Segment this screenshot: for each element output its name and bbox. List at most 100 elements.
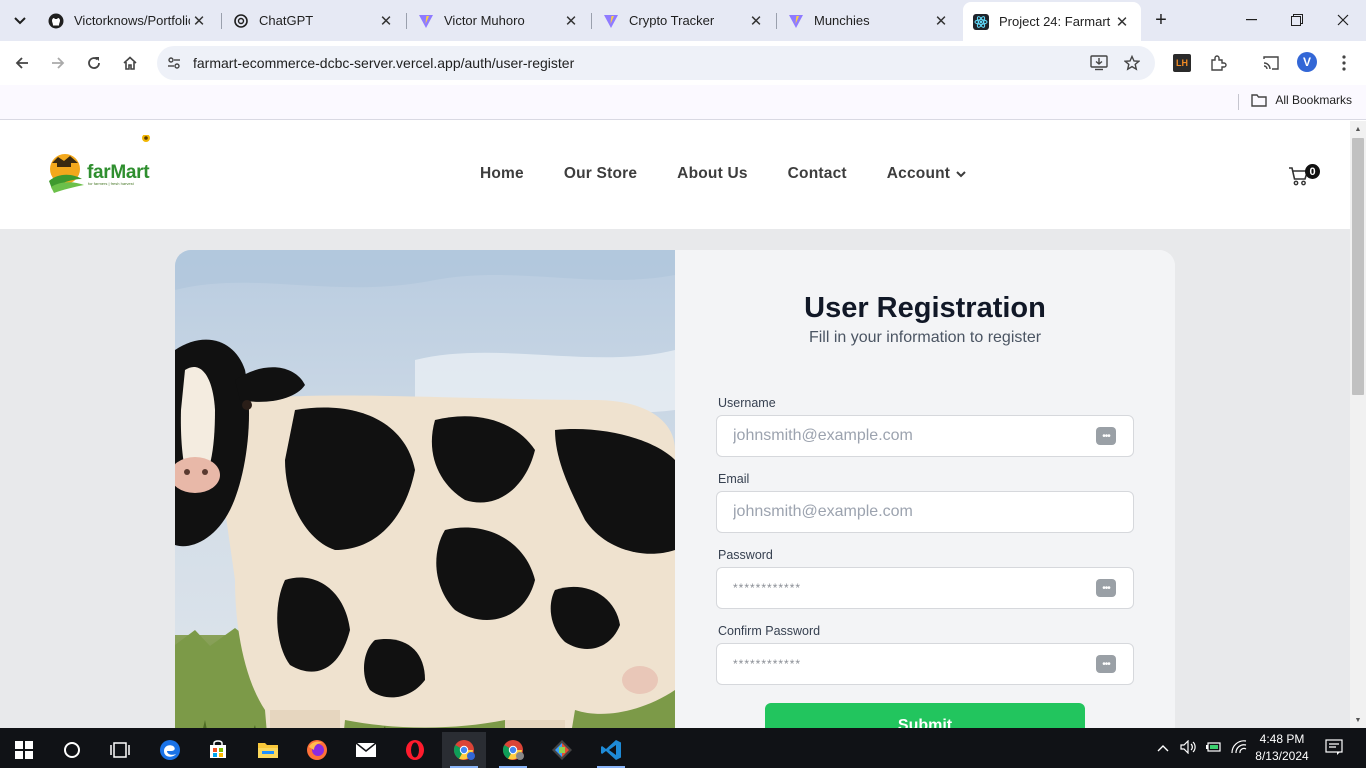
password-label: Password [718, 548, 773, 562]
url-text[interactable]: farmart-ecommerce-dcbc-server.vercel.app… [193, 55, 574, 71]
github-icon [48, 13, 64, 29]
forward-arrow-icon[interactable] [44, 49, 72, 77]
confirm-password-field-wrapper: ••• [716, 643, 1134, 685]
home-icon[interactable] [116, 49, 144, 77]
tab-munchies[interactable]: Munchies ✕ [778, 6, 960, 35]
bookmarks-bar: All Bookmarks [0, 85, 1366, 120]
firefox-icon[interactable] [295, 732, 339, 768]
task-view-icon[interactable] [98, 732, 142, 768]
restore-icon[interactable] [1274, 0, 1320, 40]
chatgpt-icon [233, 13, 249, 29]
cart-count-badge: 0 [1305, 164, 1320, 179]
page-scrollbar[interactable]: ▲ ▼ [1350, 121, 1366, 728]
tab-search-chevron-icon[interactable] [8, 9, 32, 33]
search-circle-icon[interactable] [50, 732, 94, 768]
new-tab-plus-icon[interactable]: + [1149, 8, 1173, 32]
registration-card: User Registration Fill in your informati… [175, 250, 1175, 728]
tab-divider [591, 13, 592, 29]
tab-divider [221, 13, 222, 29]
minimize-icon[interactable] [1228, 0, 1274, 40]
close-tab-icon[interactable]: ✕ [1113, 13, 1131, 31]
chevron-down-icon [956, 170, 966, 178]
tab-crypto-tracker[interactable]: Crypto Tracker ✕ [593, 6, 775, 35]
scroll-thumb[interactable] [1352, 138, 1364, 395]
taskbar-clock[interactable]: 4:48 PM 8/13/2024 [1252, 731, 1312, 765]
close-tab-icon[interactable]: ✕ [932, 12, 950, 30]
nav-about-us[interactable]: About Us [677, 165, 747, 183]
main-nav: Home Our Store About Us Contact Account [480, 165, 966, 183]
password-manager-icon[interactable]: ••• [1096, 427, 1116, 445]
close-tab-icon[interactable]: ✕ [747, 12, 765, 30]
submit-button[interactable]: Submit [765, 703, 1085, 728]
email-label: Email [718, 472, 750, 486]
extensions-puzzle-icon[interactable] [1207, 52, 1229, 74]
scroll-up-arrow-icon[interactable]: ▲ [1350, 121, 1366, 137]
tab-farmart-active[interactable]: Project 24: Farmart ✕ [963, 2, 1141, 41]
chrome-active-icon[interactable] [442, 732, 486, 768]
clock-date: 8/13/2024 [1255, 749, 1309, 763]
address-bar[interactable]: farmart-ecommerce-dcbc-server.vercel.app… [157, 46, 1155, 80]
password-input[interactable] [733, 568, 1073, 608]
scroll-down-arrow-icon[interactable]: ▼ [1350, 712, 1366, 728]
site-settings-icon[interactable] [165, 54, 183, 72]
install-app-icon[interactable] [1089, 53, 1109, 73]
tab-victor-muhoro[interactable]: Victor Muhoro ✕ [408, 6, 590, 35]
volume-icon[interactable] [1180, 739, 1198, 757]
nav-account-label: Account [886, 165, 951, 182]
username-input[interactable] [733, 416, 1073, 456]
chrome-profile-icon[interactable] [491, 732, 535, 768]
windows-taskbar: 4:48 PM 8/13/2024 [0, 728, 1366, 768]
close-window-icon[interactable] [1320, 0, 1366, 40]
email-input[interactable] [733, 492, 1073, 532]
tab-divider [776, 13, 777, 29]
edge-browser-icon[interactable] [148, 732, 192, 768]
confirm-password-input[interactable] [733, 644, 1073, 684]
close-tab-icon[interactable]: ✕ [562, 12, 580, 30]
notification-center-icon[interactable] [1325, 739, 1343, 758]
profile-avatar[interactable]: V [1297, 52, 1317, 72]
extension-lh-icon[interactable]: LH [1173, 54, 1191, 72]
username-label: Username [718, 396, 776, 410]
site-header: farMart for farmers | fresh harvest Home… [0, 121, 1350, 229]
bookmarks-divider [1238, 94, 1239, 110]
farmart-logo[interactable]: farMart for farmers | fresh harvest [48, 134, 158, 195]
tray-chevron-up-icon[interactable] [1157, 740, 1169, 755]
vscode-icon[interactable] [589, 732, 633, 768]
bookmark-star-icon[interactable] [1122, 53, 1142, 73]
nav-home[interactable]: Home [480, 165, 524, 183]
close-tab-icon[interactable]: ✕ [377, 12, 395, 30]
nav-account[interactable]: Account [887, 165, 966, 183]
microsoft-store-icon[interactable] [196, 732, 240, 768]
react-icon [973, 13, 989, 30]
opera-icon[interactable] [393, 732, 437, 768]
all-bookmarks-button[interactable]: All Bookmarks [1251, 93, 1352, 107]
close-tab-icon[interactable]: ✕ [190, 12, 208, 30]
browser-tab-strip: Victorknows/Portfolio ✕ ChatGPT ✕ Victor… [0, 0, 1366, 41]
vite-icon [788, 13, 804, 29]
browser-menu-icon[interactable] [1333, 52, 1355, 74]
password-manager-icon[interactable]: ••• [1096, 579, 1116, 597]
windows-start-icon[interactable] [2, 732, 46, 768]
confirm-password-label: Confirm Password [718, 624, 821, 638]
vite-icon [418, 13, 434, 29]
nav-contact[interactable]: Contact [788, 165, 847, 183]
clock-time: 4:48 PM [1259, 732, 1305, 746]
battery-icon[interactable] [1205, 740, 1223, 757]
git-gui-icon[interactable] [540, 732, 584, 768]
cast-icon[interactable] [1260, 52, 1282, 74]
tab-portfolio[interactable]: Victorknows/Portfolio ✕ [38, 6, 218, 35]
tab-chatgpt[interactable]: ChatGPT ✕ [223, 6, 405, 35]
reload-icon[interactable] [80, 49, 108, 77]
wifi-icon[interactable] [1230, 740, 1248, 757]
cow-photo [175, 250, 675, 728]
password-field-wrapper: ••• [716, 567, 1134, 609]
file-explorer-icon[interactable] [246, 732, 290, 768]
browser-toolbar: farmart-ecommerce-dcbc-server.vercel.app… [0, 41, 1366, 85]
email-field-wrapper [716, 491, 1134, 533]
mail-icon[interactable] [344, 732, 388, 768]
nav-our-store[interactable]: Our Store [564, 165, 637, 183]
password-manager-icon[interactable]: ••• [1096, 655, 1116, 673]
back-arrow-icon[interactable] [8, 49, 36, 77]
page-viewport: farMart for farmers | fresh harvest Home… [0, 121, 1350, 728]
form-title: User Registration [804, 292, 1046, 324]
